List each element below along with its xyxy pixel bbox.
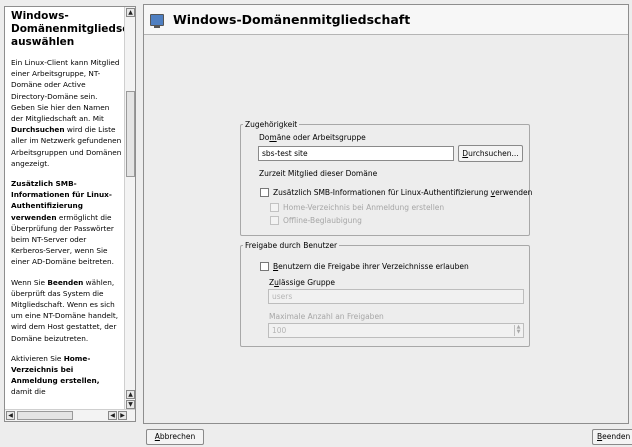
spinner-arrows-icon[interactable]: ▲ ▼ — [514, 325, 522, 336]
home-dir-checkbox[interactable] — [270, 203, 279, 212]
scroll-left-icon[interactable]: ◀ — [108, 411, 117, 420]
allow-sharing-label: Benutzern die Freigabe ihrer Verzeichnis… — [273, 262, 469, 271]
finish-button[interactable]: Beenden — [592, 429, 632, 445]
domain-field-label: Domäne oder Arbeitsgruppe — [259, 133, 366, 142]
help-text: Windows-Domänenmitgliedschaft auswählen … — [5, 7, 124, 410]
smb-auth-label: Zusätzlich SMB-Informationen für Linux-A… — [273, 188, 533, 197]
membership-legend: Zugehörigkeit — [245, 120, 298, 129]
max-shares-label: Maximale Anzahl an Freigaben — [269, 312, 384, 321]
allow-sharing-checkbox[interactable] — [260, 262, 269, 271]
max-shares-spinbox[interactable]: 100 ▲ ▼ — [268, 323, 524, 338]
page-title: Windows-Domänenmitgliedschaft — [173, 12, 411, 27]
help-horizontal-scrollbar[interactable]: ◀ ◀ ▶ — [5, 409, 135, 421]
help-paragraph: Aktivieren Sie Home-Verzeichnis bei Anme… — [11, 353, 100, 397]
offline-auth-checkbox[interactable] — [270, 216, 279, 225]
header: Windows-Domänenmitgliedschaft — [144, 5, 628, 35]
offline-auth-label: Offline-Beglaubigung — [283, 216, 362, 225]
browse-button[interactable]: Durchsuchen... — [458, 145, 523, 162]
help-vertical-scrollbar[interactable]: ▲ ▲ ▼ — [124, 7, 135, 410]
help-paragraph: Wenn Sie Beenden wählen, überprüft das S… — [11, 277, 119, 343]
scroll-up-icon[interactable]: ▲ — [126, 8, 135, 17]
domain-input[interactable]: sbs-test site — [258, 146, 454, 161]
smb-auth-checkbox[interactable] — [260, 188, 269, 197]
max-shares-value: 100 — [272, 326, 287, 335]
help-paragraph: Zusätzlich SMB-Informationen für Linux-A… — [11, 179, 114, 267]
help-title: Windows-Domänenmitgliedschaft auswählen — [11, 10, 124, 48]
cancel-button[interactable]: Abbrechen — [146, 429, 204, 445]
help-paragraph: Ein Linux-Client kann Mitglied einer Arb… — [11, 58, 122, 168]
scroll-thumb[interactable] — [17, 411, 73, 420]
scroll-down-icon[interactable]: ▼ — [126, 400, 135, 409]
scroll-up-icon[interactable]: ▲ — [126, 390, 135, 399]
monitor-icon — [150, 13, 164, 28]
help-panel: Windows-Domänenmitgliedschaft auswählen … — [4, 6, 136, 422]
main-panel: Windows-Domänenmitgliedschaft Zugehörigk… — [143, 4, 629, 424]
sharing-legend: Freigabe durch Benutzer — [245, 241, 338, 250]
home-dir-label: Home-Verzeichnis bei Anmeldung erstellen — [283, 203, 445, 212]
allowed-group-input[interactable]: users — [268, 289, 524, 304]
scroll-thumb[interactable] — [126, 91, 135, 177]
allowed-group-label: Zulässige Gruppe — [269, 278, 336, 287]
scroll-left-icon[interactable]: ◀ — [6, 411, 15, 420]
current-membership-text: Zurzeit Mitglied dieser Domäne — [259, 169, 378, 178]
scroll-right-icon[interactable]: ▶ — [118, 411, 127, 420]
